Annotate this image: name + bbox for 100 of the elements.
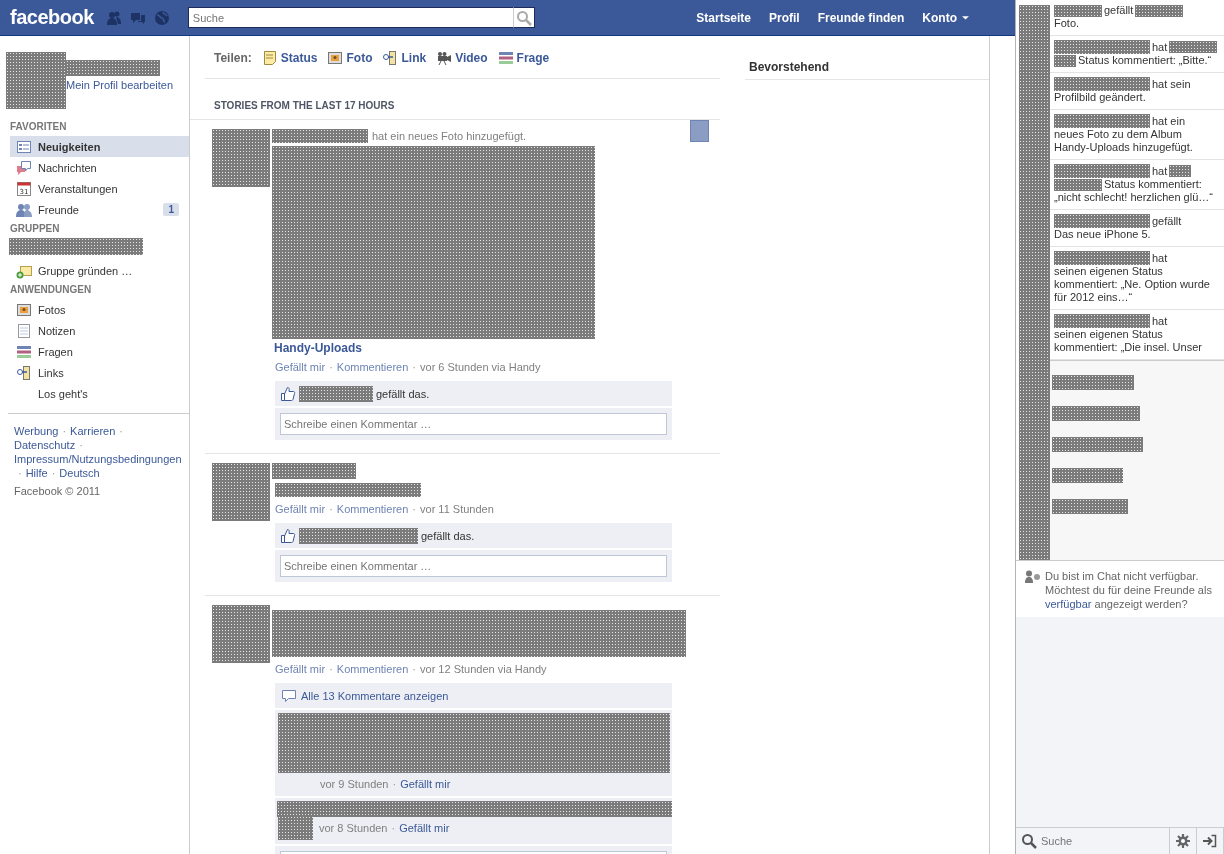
ticker-item[interactable]: hat seinen eigenen Status kommentiert: „Die insel. Unser: [1050, 310, 1224, 360]
chat-search-field[interactable]: Suche: [1039, 834, 1143, 848]
facebook-logo[interactable]: facebook: [10, 6, 94, 29]
edit-profile-link[interactable]: Mein Profil bearbeiten: [66, 79, 173, 91]
action-link[interactable]: Gefällt mir: [275, 503, 326, 515]
ticker-text: gefällt: [1104, 4, 1134, 17]
ticker-text: kommentiert: „Die insel. Unser: [1054, 341, 1202, 354]
ticker-item[interactable]: hat ein neues Foto zu dem Album Handy-Uploads hinzugefügt.: [1050, 110, 1224, 160]
sidebar-item[interactable]: Gruppe gründen …: [0, 260, 189, 281]
available-link[interactable]: verfügbar: [1045, 598, 1092, 610]
action-link[interactable]: Gefällt mir: [275, 663, 326, 675]
share-option[interactable]: Video: [436, 49, 488, 66]
separator-dot: ·: [50, 466, 57, 480]
ticker-item[interactable]: hat seinen eigenen Status kommentiert: „Ne. Option wurde für 2012 eins…“: [1050, 247, 1224, 310]
comment-field[interactable]: Schreibe einen Kommentar …: [280, 413, 667, 435]
ticker-text: gefällt: [1152, 214, 1182, 228]
section-heading: FAVORITEN: [9, 120, 68, 134]
sidebar-item[interactable]: Notizen: [0, 320, 189, 341]
ticker-text: für 2012 eins…“: [1054, 291, 1133, 304]
share-option[interactable]: Foto: [327, 49, 373, 66]
ticker-item[interactable]: hat Status kommentiert: „Bitte.“: [1050, 36, 1224, 73]
footer-link[interactable]: Hilfe: [25, 466, 48, 480]
ticker-text: seinen eigenen Status: [1054, 265, 1163, 278]
account-menu[interactable]: Konto: [914, 6, 979, 29]
ticker-text: Das neue iPhone 5.: [1054, 228, 1151, 241]
separator-dot: ·: [411, 361, 417, 373]
ticker-item[interactable]: gefällt Foto.: [1050, 0, 1224, 36]
post-time: vor 6 Stunden via Handy: [420, 361, 541, 373]
sidebar-item[interactable]: Links: [0, 362, 189, 383]
person-dot-icon: [1024, 569, 1040, 585]
footer-link[interactable]: Impressum/Nutzungsbedingungen: [14, 452, 182, 466]
share-label: Teilen:: [214, 50, 252, 65]
separator-dot: ·: [61, 424, 68, 438]
redacted-block: [1169, 41, 1218, 53]
action-link[interactable]: Kommentieren: [336, 361, 409, 373]
section-heading: GRUPPEN: [9, 222, 61, 236]
thumbs-up-icon: [280, 527, 296, 544]
redacted-block: [1052, 468, 1123, 483]
profile-picture: [6, 52, 66, 109]
ticker-text: hat: [1152, 251, 1168, 265]
album-link[interactable]: Handy-Uploads: [274, 341, 672, 355]
copyright-text: Facebook © 2011: [14, 485, 102, 497]
action-link[interactable]: Kommentieren: [336, 663, 409, 675]
comment-field[interactable]: Schreibe einen Kommentar …: [280, 555, 667, 577]
list-icon: [16, 138, 32, 155]
ticker-text: kommentiert: „Ne. Option wurde: [1054, 278, 1210, 291]
footer-link[interactable]: Datenschutz: [14, 438, 76, 452]
nav-link[interactable]: Freunde finden: [809, 6, 913, 29]
thumbs-up-icon: [280, 385, 296, 402]
ticker-text: Handy-Uploads hinzugefügt.: [1054, 141, 1193, 154]
commenter-picture: [278, 816, 313, 840]
ticker-text: Profilbild geändert.: [1054, 91, 1146, 104]
footer-link[interactable]: Werbung: [14, 424, 59, 438]
link-icon: [16, 364, 32, 381]
feed-heading: STORIES FROM THE LAST 17 HOURS: [190, 79, 720, 120]
search-button[interactable]: [512, 7, 535, 28]
separator-dot: ·: [391, 778, 398, 790]
ticker-text: Foto.: [1054, 17, 1080, 30]
separator-dot: ·: [328, 503, 334, 515]
ticker-item[interactable]: hat sein Profilbild geändert.: [1050, 73, 1224, 110]
sidebar-item[interactable]: Neuigkeiten: [10, 136, 189, 157]
ticker-item[interactable]: gefällt Das neue iPhone 5.: [1050, 210, 1224, 247]
sidebar-item[interactable]: Freunde 1: [0, 199, 189, 220]
share-option[interactable]: Link: [382, 49, 427, 66]
show-comments-link[interactable]: Alle 13 Kommentare anzeigen: [275, 683, 672, 708]
bars-icon: [497, 49, 514, 66]
bars-icon: [16, 343, 32, 360]
search-icon: [1021, 833, 1037, 849]
settings-icon: [1175, 833, 1191, 849]
likes-text: gefällt das.: [376, 387, 430, 400]
section-heading: ANWENDUNGEN: [9, 283, 93, 297]
like-link[interactable]: Gefällt mir: [400, 778, 451, 790]
sidebar-item[interactable]: Fragen: [0, 341, 189, 362]
people-icon: [105, 9, 122, 26]
ticker-item[interactable]: hat Status kommentiert: „nicht schlecht! herzlichen glü…“: [1050, 160, 1224, 210]
ticker-text: hat: [1152, 164, 1168, 178]
sidebar-item[interactable]: Los geht's: [0, 383, 189, 404]
count-badge: 1: [163, 203, 179, 216]
footer-link[interactable]: Deutsch: [59, 466, 100, 480]
nav-link[interactable]: Profil: [761, 6, 808, 29]
separator-dot: ·: [411, 503, 417, 515]
separator-dot: ·: [17, 466, 23, 480]
nav-link[interactable]: Startseite: [688, 6, 759, 29]
ticker-text: „nicht schlecht! herzlichen glü…“: [1054, 191, 1213, 204]
redacted-block: [1135, 4, 1184, 17]
share-option[interactable]: Status: [261, 49, 318, 66]
footer-link[interactable]: Karrieren: [70, 424, 116, 438]
action-link[interactable]: Gefällt mir: [275, 361, 326, 373]
sidebar-item[interactable]: Nachrichten: [0, 157, 189, 178]
people-icon: [16, 201, 32, 218]
photo-icon: [327, 49, 344, 66]
like-link[interactable]: Gefällt mir: [399, 822, 450, 834]
separator-dot: ·: [328, 361, 334, 373]
share-option[interactable]: Frage: [497, 49, 550, 66]
sidebar-item[interactable]: Fotos: [0, 299, 189, 320]
ticker-text: Status kommentiert: „Bitte.“: [1078, 54, 1212, 67]
speech-bubbles-icon: [16, 159, 32, 176]
action-link[interactable]: Kommentieren: [336, 503, 409, 515]
camera-icon: [436, 49, 453, 66]
search-field[interactable]: Suche: [187, 7, 513, 28]
